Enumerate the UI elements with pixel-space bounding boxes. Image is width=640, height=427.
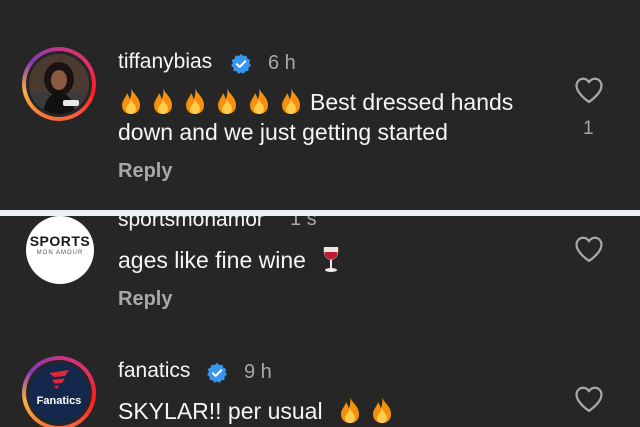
- comment-text-body: ages like fine wine: [118, 247, 306, 273]
- reply-button[interactable]: Reply: [118, 160, 172, 183]
- comment-text-line2: down and we just getting started: [118, 119, 448, 145]
- comment-timestamp: 6 h: [268, 52, 296, 74]
- like-count: 1: [583, 118, 594, 139]
- reply-button[interactable]: Reply: [118, 288, 172, 311]
- comment-item: tiffanybias 6 h Best dressed hands down …: [0, 0, 640, 210]
- fire-emoji-icon: [278, 87, 304, 115]
- comment-item: Fanatics fanatics 9 h SKYLAR!! per usual: [0, 336, 640, 427]
- heart-like-icon[interactable]: [574, 76, 604, 104]
- avatar[interactable]: Fanatics: [22, 356, 96, 427]
- fire-emoji-icon: [214, 87, 240, 115]
- comment-text: ages like fine wine: [118, 244, 352, 276]
- verified-badge-icon: [207, 362, 227, 383]
- fire-emoji-icon: [118, 87, 144, 115]
- comment-text: Best dressed hands: [118, 86, 513, 118]
- comment-text: SKYLAR!! per usual: [118, 395, 401, 427]
- avatar[interactable]: SPORTS MON AMOUR: [26, 216, 94, 284]
- comment-username[interactable]: fanatics: [118, 359, 190, 383]
- heart-like-icon[interactable]: [574, 235, 604, 263]
- comments-panel-top: tiffanybias 6 h Best dressed hands down …: [0, 0, 640, 210]
- fire-emoji-icon: [337, 396, 363, 424]
- fire-emoji-icon: [369, 396, 395, 424]
- fire-emoji-icon: [150, 87, 176, 115]
- comment-text-body: SKYLAR!! per usual: [118, 398, 323, 424]
- heart-like-icon[interactable]: [574, 385, 604, 413]
- comment-timestamp: 1 s: [290, 216, 317, 230]
- fanatics-flag-icon: [49, 370, 69, 389]
- comment-username[interactable]: tiffanybias: [118, 50, 212, 74]
- wine-glass-emoji-icon: [320, 245, 346, 273]
- avatar-logo-subtext: MON AMOUR: [36, 250, 84, 256]
- comment-timestamp: 9 h: [244, 361, 272, 383]
- verified-badge-icon: [231, 53, 251, 74]
- comment-username[interactable]: sportsmonamor: [118, 216, 264, 232]
- comment-text-line1: Best dressed hands: [310, 89, 514, 115]
- fire-emoji-icon: [246, 87, 272, 115]
- comments-panel-bottom: SPORTS MON AMOUR sportsmonamor 1 s ages …: [0, 216, 640, 427]
- avatar[interactable]: [22, 47, 96, 121]
- avatar-logo-text: Fanatics: [36, 395, 82, 407]
- fire-emoji-icon: [182, 87, 208, 115]
- profile-photo-icon: [29, 54, 89, 114]
- avatar-logo-text: SPORTS: [29, 233, 91, 249]
- comment-item: SPORTS MON AMOUR sportsmonamor 1 s ages …: [0, 216, 640, 326]
